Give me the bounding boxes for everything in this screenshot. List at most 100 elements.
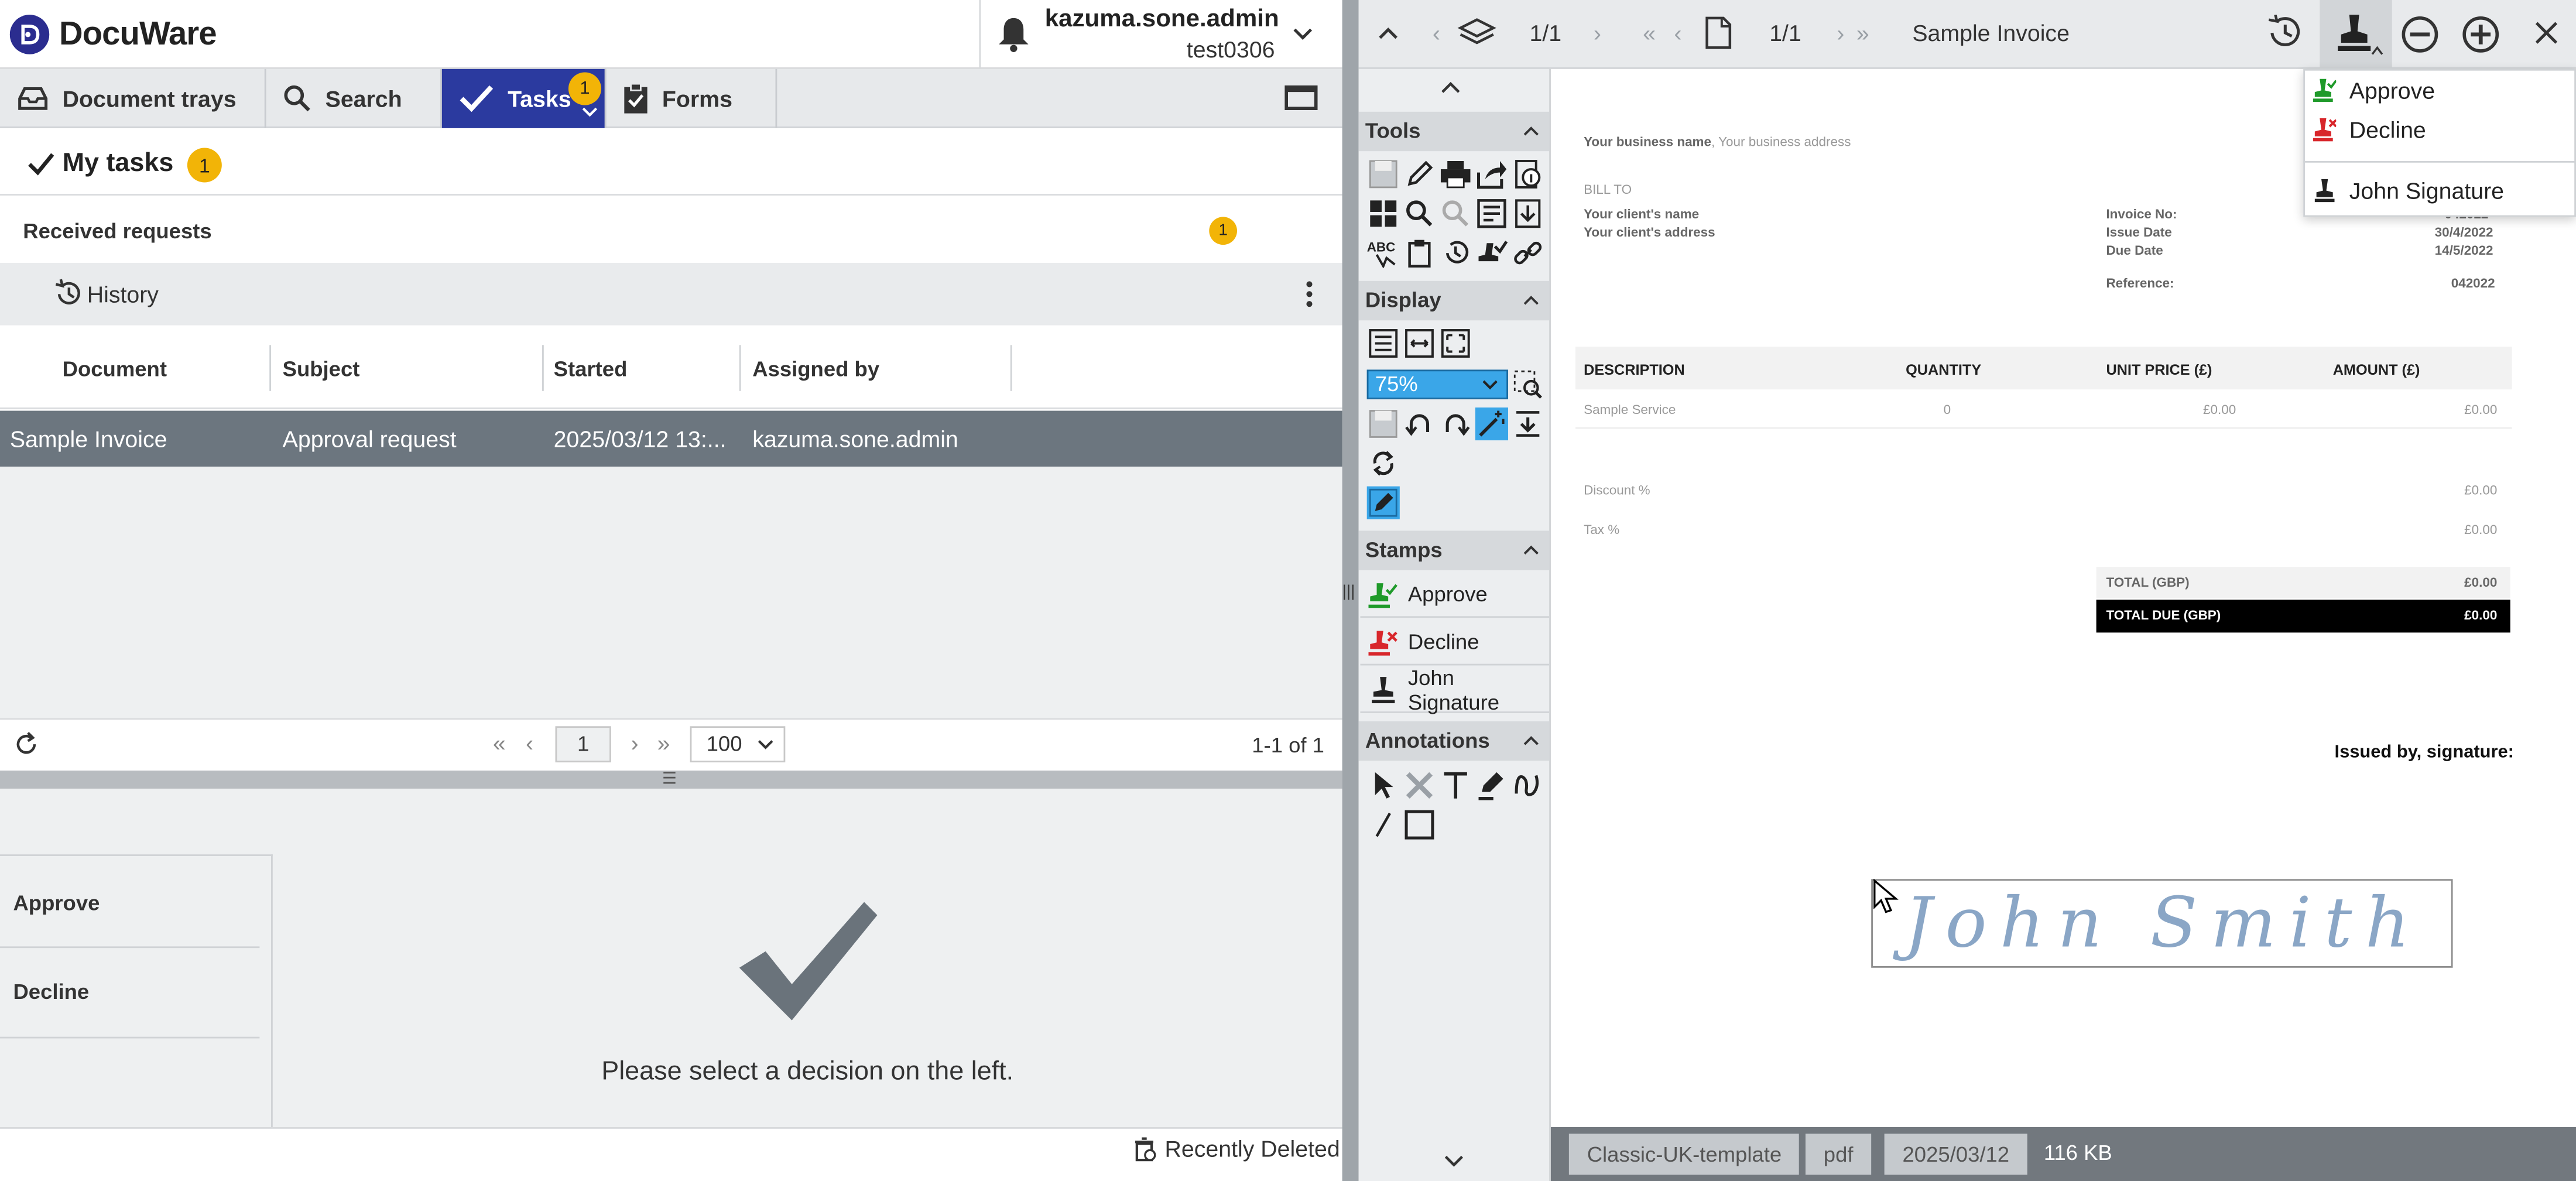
- section-stamps[interactable]: Stamps: [1358, 530, 1550, 570]
- scroll-up-icon[interactable]: [1439, 79, 1462, 95]
- column-separator: [269, 345, 272, 391]
- splitter-grip-icon[interactable]: ☰: [662, 771, 677, 789]
- print-icon[interactable]: [1439, 158, 1472, 190]
- close-icon[interactable]: [2533, 20, 2560, 46]
- stamp-approve[interactable]: Approve: [1360, 572, 1550, 618]
- page-number-input[interactable]: 1: [555, 726, 611, 763]
- link-icon[interactable]: [1512, 237, 1544, 269]
- decision-approve[interactable]: Approve: [13, 891, 100, 915]
- magic-wand-icon[interactable]: [1475, 407, 1509, 441]
- user-menu[interactable]: kazuma.sone.admin test0306: [1045, 4, 1279, 66]
- menu-item-decline[interactable]: Decline: [2313, 117, 2426, 143]
- previous-layer-icon[interactable]: ‹: [1433, 20, 1440, 46]
- next-layer-icon[interactable]: ›: [1594, 20, 1601, 46]
- tab-label: Document trays: [62, 85, 237, 112]
- refresh-icon[interactable]: [1367, 447, 1400, 480]
- file-type-chip: pdf: [1805, 1134, 1872, 1175]
- history-icon[interactable]: [2264, 15, 2303, 51]
- tab-forms[interactable]: Forms: [606, 69, 777, 128]
- share-icon[interactable]: [1475, 158, 1508, 190]
- collapse-up-icon[interactable]: [1377, 20, 1400, 46]
- tab-search[interactable]: Search: [266, 69, 442, 128]
- chevron-up-icon: [1523, 734, 1539, 747]
- full-screen-icon[interactable]: [1439, 327, 1472, 360]
- bell-icon: [996, 16, 1029, 53]
- edit-mode-icon[interactable]: [1366, 486, 1400, 519]
- page-size-select[interactable]: 100: [690, 726, 786, 763]
- more-options-icon[interactable]: [1298, 279, 1321, 309]
- rotate-right-icon[interactable]: [1439, 408, 1472, 440]
- version-history-icon[interactable]: [1439, 237, 1472, 269]
- menu-item-approve[interactable]: Approve: [2313, 77, 2435, 104]
- chevron-down-icon[interactable]: [1292, 20, 1314, 50]
- spellcheck-icon[interactable]: ABC: [1367, 237, 1400, 269]
- recently-deleted-link[interactable]: Recently Deleted: [1133, 1135, 1340, 1162]
- thumbnails-icon[interactable]: [1367, 197, 1400, 230]
- next-page-icon[interactable]: ›: [1837, 20, 1844, 46]
- refresh-icon[interactable]: [13, 731, 39, 758]
- download-doc-icon[interactable]: [1512, 197, 1544, 230]
- history-button[interactable]: History: [87, 281, 159, 307]
- section-tools[interactable]: Tools: [1358, 111, 1550, 152]
- decline-stamp-icon: [2313, 117, 2337, 143]
- freehand-icon[interactable]: [1512, 769, 1544, 802]
- section-display[interactable]: Display: [1358, 280, 1550, 321]
- previous-page-icon[interactable]: ‹: [526, 730, 533, 756]
- clipboard-icon[interactable]: [1403, 237, 1436, 269]
- splitter-grip-icon[interactable]: |||: [1342, 583, 1355, 601]
- docuware-logo[interactable]: DocuWare: [9, 15, 217, 54]
- check-icon: [26, 151, 56, 177]
- rectangle-tool-icon[interactable]: [1403, 809, 1436, 841]
- first-page-icon[interactable]: «: [493, 730, 506, 756]
- pencil-icon[interactable]: [1403, 158, 1436, 190]
- decision-decline[interactable]: Decline: [13, 979, 89, 1004]
- history-icon[interactable]: [53, 278, 85, 310]
- text-tool-icon[interactable]: [1439, 769, 1472, 802]
- previous-page-icon[interactable]: ‹: [1674, 20, 1681, 46]
- delete-annotation-icon[interactable]: [1403, 769, 1436, 802]
- next-page-icon[interactable]: ›: [631, 730, 639, 756]
- highlighter-icon[interactable]: [1475, 769, 1508, 802]
- zoom-select[interactable]: 75%: [1366, 369, 1509, 399]
- index-data-icon[interactable]: [1475, 197, 1508, 230]
- last-page-icon[interactable]: »: [1856, 20, 1869, 46]
- scroll-down-icon[interactable]: [1443, 1153, 1465, 1170]
- zoom-out-icon[interactable]: [2400, 15, 2440, 54]
- approval-stamp-icon[interactable]: [1475, 237, 1508, 269]
- column-header-document[interactable]: Document: [63, 357, 167, 381]
- search-icon[interactable]: [1403, 197, 1436, 230]
- menu-item-label: John Signature: [2349, 177, 2505, 204]
- rotate-left-icon[interactable]: [1403, 408, 1436, 440]
- save-icon[interactable]: [1367, 158, 1400, 190]
- fit-page-icon[interactable]: [1367, 327, 1400, 360]
- line-tool-icon[interactable]: [1367, 809, 1400, 841]
- menu-item-label: Approve: [2349, 77, 2435, 104]
- document-info-icon[interactable]: [1512, 158, 1544, 190]
- column-header-assigned-by[interactable]: Assigned by: [752, 357, 879, 381]
- save-view-icon[interactable]: [1367, 408, 1400, 440]
- find-next-icon[interactable]: [1439, 197, 1472, 230]
- section-annotations[interactable]: Annotations: [1358, 721, 1550, 761]
- window-layout-icon[interactable]: [1282, 79, 1321, 115]
- column-header-subject[interactable]: Subject: [283, 357, 360, 381]
- signature-stamp[interactable]: John Smith: [1871, 879, 2453, 968]
- stamp-decline[interactable]: Decline: [1360, 619, 1550, 666]
- tab-label: Search: [325, 85, 402, 112]
- fit-width-icon[interactable]: [1403, 327, 1436, 360]
- zoom-in-icon[interactable]: [2461, 15, 2500, 54]
- pointer-icon[interactable]: [1367, 769, 1400, 802]
- zoom-area-icon[interactable]: [1512, 368, 1544, 401]
- notifications-button[interactable]: [979, 0, 1044, 69]
- bill-to-label: BILL TO: [1584, 182, 1632, 197]
- menu-item-john-signature[interactable]: John Signature: [2313, 177, 2504, 204]
- chevron-down-icon: [1482, 378, 1498, 391]
- tab-document-trays[interactable]: Document trays: [0, 69, 266, 128]
- last-page-icon[interactable]: »: [657, 730, 670, 756]
- column-header-started[interactable]: Started: [554, 357, 628, 381]
- layers-icon[interactable]: [1457, 16, 1496, 49]
- signature-stamp-icon: [1368, 675, 1398, 704]
- download-icon[interactable]: [1512, 408, 1544, 440]
- stamp-menu-button[interactable]: [2320, 0, 2392, 69]
- first-page-icon[interactable]: «: [1643, 20, 1656, 46]
- stamp-john-signature[interactable]: John Signature: [1360, 665, 1550, 714]
